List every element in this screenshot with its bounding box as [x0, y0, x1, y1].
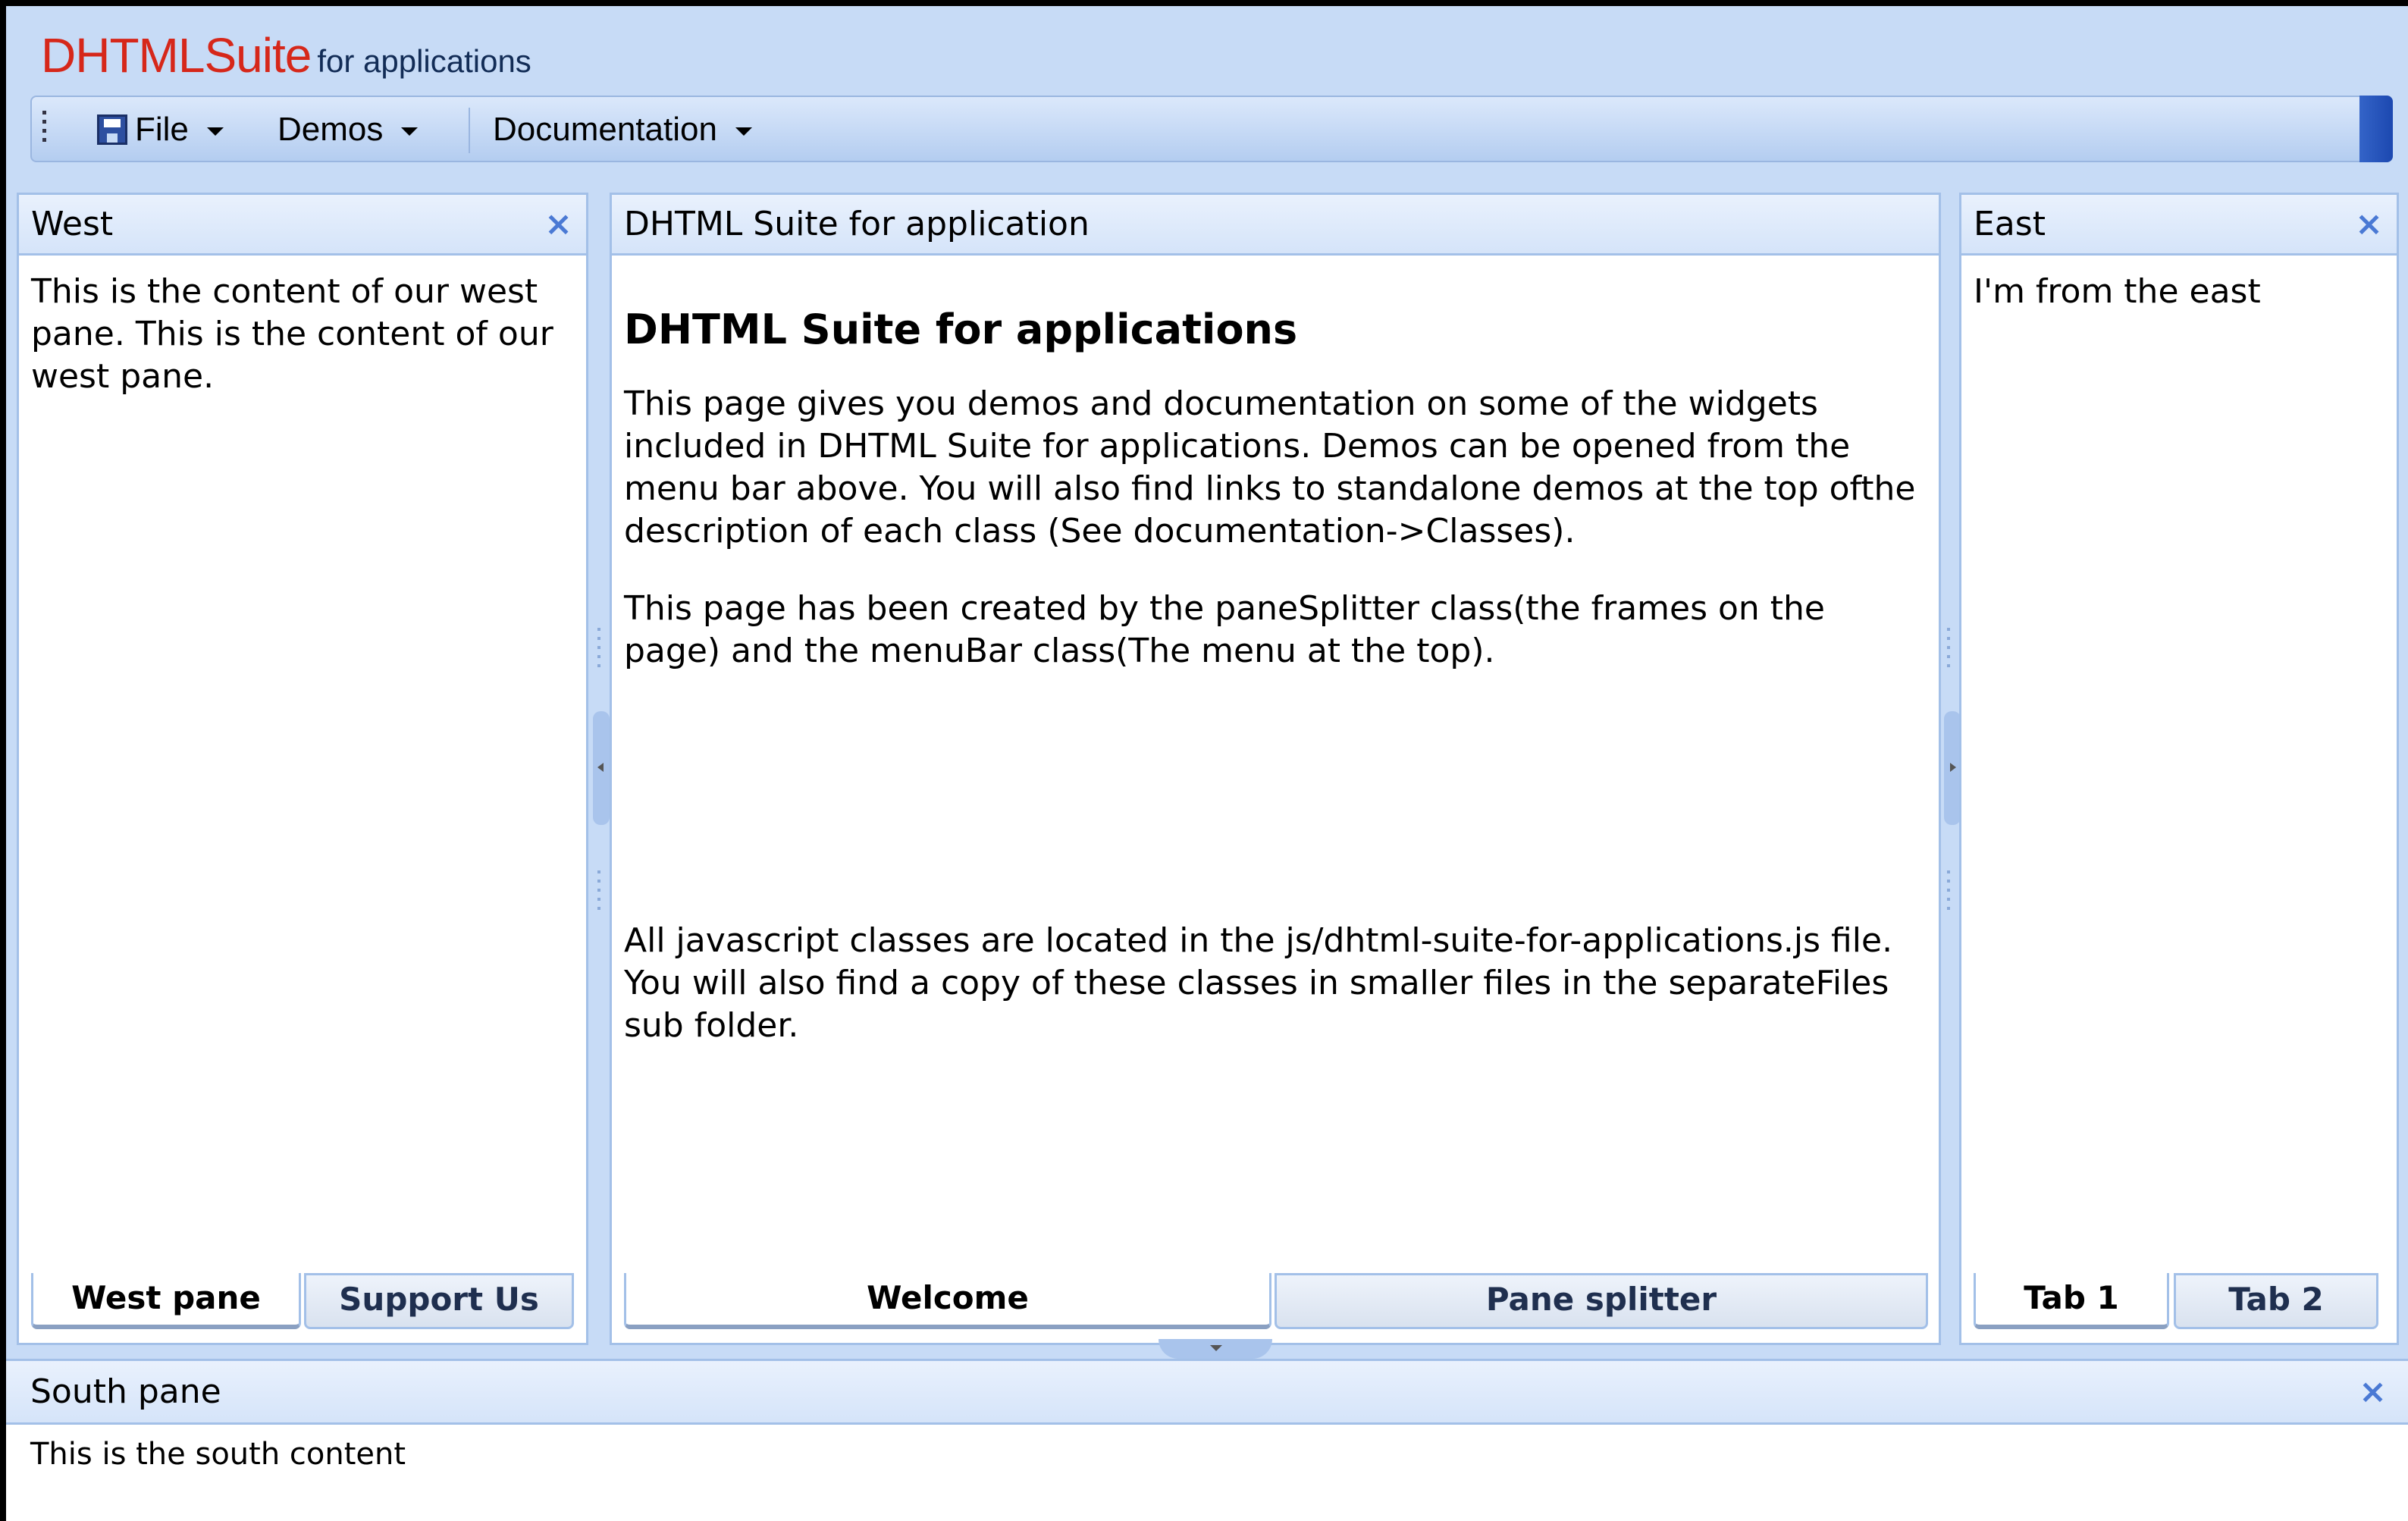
menu-demos[interactable]: Demos: [277, 106, 419, 153]
west-splitter-grip-icon[interactable]: [597, 870, 600, 916]
floppy-disk-icon: [97, 114, 127, 145]
chevron-down-icon: [206, 127, 224, 136]
tab-support-us[interactable]: Support Us: [304, 1273, 574, 1329]
app-window: DHTMLSuite for applications File Demos Do…: [6, 6, 2408, 1521]
east-pane-title: East: [1974, 205, 2046, 243]
center-pane-header: DHTML Suite for application: [612, 195, 1939, 256]
menu-documentation-label: Documentation: [493, 111, 717, 148]
tab-welcome[interactable]: Welcome: [624, 1273, 1271, 1329]
content-paragraph: This page has been created by the paneSp…: [624, 589, 1825, 670]
tab-2[interactable]: Tab 2: [2174, 1273, 2378, 1329]
content-paragraph: This page gives you demos and documentat…: [624, 384, 1916, 550]
collapse-south-button[interactable]: [1159, 1339, 1272, 1359]
east-pane: East × I'm from the east Tab 1 Tab 2: [1959, 193, 2399, 1345]
menubar-end-cap: [2359, 96, 2393, 162]
west-pane-content: This is the content of our west pane. Th…: [31, 272, 553, 396]
east-splitter-grip-icon[interactable]: [1947, 628, 1950, 673]
center-tab-bar: Welcome Pane splitter: [624, 1273, 1928, 1332]
menu-bar: File Demos Documentation: [30, 96, 2393, 162]
menu-demos-label: Demos: [277, 111, 384, 148]
brand-logo: DHTMLSuite for applications: [41, 27, 531, 88]
south-pane: South pane × This is the south content: [6, 1359, 2408, 1521]
menu-file-label: File: [135, 111, 189, 148]
arrow-right-icon: [1950, 763, 1956, 772]
menu-divider: [469, 108, 470, 153]
brand-sub: for applications: [317, 43, 531, 79]
tab-west-pane[interactable]: West pane: [31, 1273, 301, 1329]
menu-documentation[interactable]: Documentation: [493, 106, 752, 153]
center-pane-content: DHTML Suite for applications This page g…: [624, 306, 1927, 1082]
close-icon[interactable]: ×: [2355, 195, 2383, 254]
collapse-east-button[interactable]: [1944, 711, 1961, 825]
arrow-down-icon: [1210, 1345, 1222, 1351]
brand-main: DHTMLSuite: [41, 28, 312, 83]
west-pane: West × This is the content of our west p…: [17, 193, 588, 1345]
west-splitter-grip-icon[interactable]: [597, 628, 600, 673]
arrow-left-icon: [597, 763, 604, 772]
close-icon[interactable]: ×: [2359, 1361, 2387, 1423]
west-pane-title: West: [31, 205, 114, 243]
south-pane-header: South pane ×: [6, 1361, 2408, 1425]
content-heading: DHTML Suite for applications: [624, 306, 1298, 353]
center-pane-title: DHTML Suite for application: [624, 205, 1090, 243]
east-pane-header: East ×: [1961, 195, 2397, 256]
tab-pane-splitter[interactable]: Pane splitter: [1275, 1273, 1928, 1329]
menubar-grip-icon[interactable]: [42, 111, 47, 149]
west-tab-bar: West pane Support Us: [31, 1273, 574, 1332]
west-pane-header: West ×: [19, 195, 586, 256]
tab-1[interactable]: Tab 1: [1974, 1273, 2169, 1329]
south-pane-title: South pane: [30, 1372, 221, 1411]
east-pane-content: I'm from the east: [1974, 272, 2261, 311]
collapse-west-button[interactable]: [593, 711, 610, 825]
content-paragraph: All javascript classes are located in th…: [624, 921, 1893, 1045]
center-pane: DHTML Suite for application DHTML Suite …: [610, 193, 1941, 1345]
chevron-down-icon: [401, 127, 419, 136]
chevron-down-icon: [735, 127, 752, 136]
close-icon[interactable]: ×: [544, 195, 572, 254]
south-pane-content: This is the south content: [30, 1437, 406, 1472]
east-splitter-grip-icon[interactable]: [1947, 870, 1950, 916]
east-tab-bar: Tab 1 Tab 2: [1974, 1273, 2384, 1332]
menu-file[interactable]: File: [97, 106, 224, 153]
